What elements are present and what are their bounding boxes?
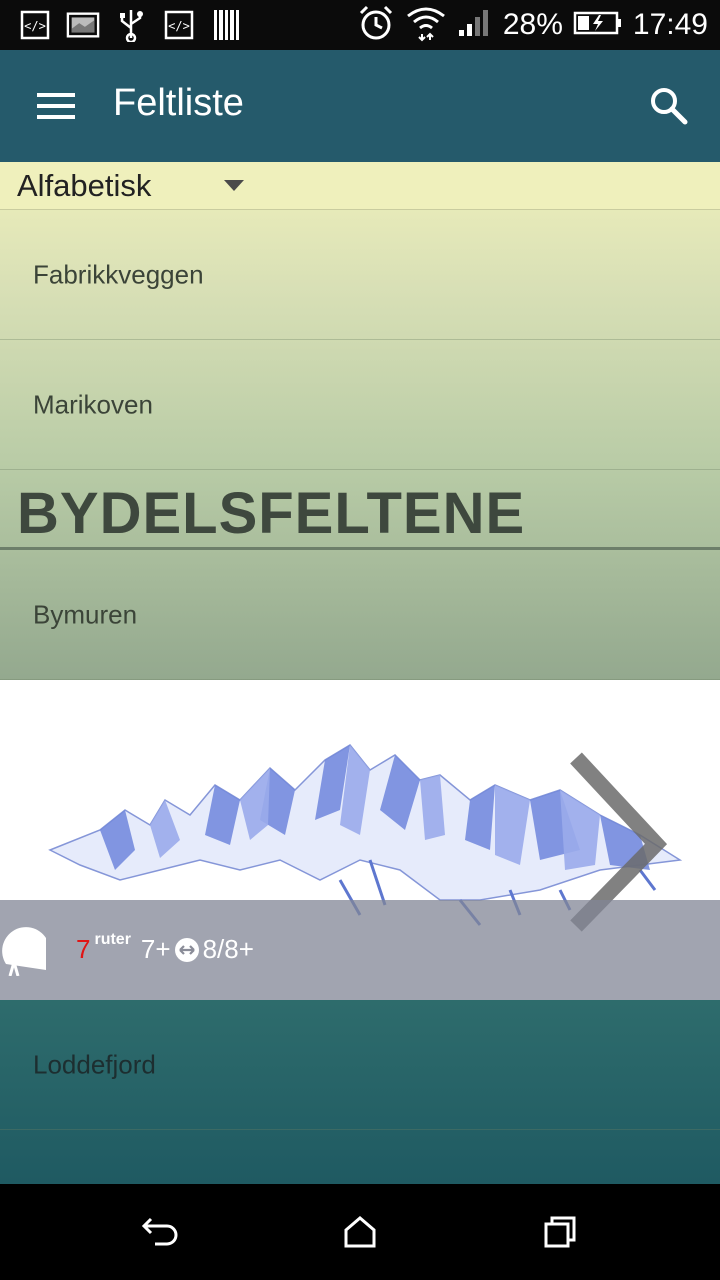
section-header-label: BYDELSFELTENE xyxy=(17,481,526,546)
list-item[interactable]: Marikoven xyxy=(0,340,720,470)
clock: 17:49 xyxy=(632,8,708,41)
list-item-label: Loddefjord xyxy=(33,1049,156,1079)
list-item[interactable]: Fabrikkveggen xyxy=(0,210,720,340)
back-icon xyxy=(141,1217,178,1246)
routes-count: 7 xyxy=(76,934,91,964)
climber-icon xyxy=(2,927,47,976)
app-bar: Feltliste xyxy=(0,50,720,162)
search-icon xyxy=(651,88,688,125)
code-icon: </> xyxy=(18,8,52,42)
section-header: BYDELSFELTENE xyxy=(0,470,720,550)
list-item-label: Marikoven xyxy=(33,389,153,419)
featured-area-card[interactable]: 7 ruter 7+ 8/8+ xyxy=(0,680,720,1000)
menu-button[interactable] xyxy=(28,78,84,134)
svg-text:</>: </> xyxy=(168,19,190,33)
wifi-icon xyxy=(405,4,447,47)
routes-word: ruter xyxy=(94,930,131,948)
sort-dropdown[interactable]: Alfabetisk xyxy=(0,162,720,210)
sort-selected-value: Alfabetisk xyxy=(17,168,152,203)
recents-icon xyxy=(544,1216,576,1248)
alarm-icon xyxy=(357,4,395,47)
navigation-bar xyxy=(0,1184,720,1280)
field-list: Alfabetisk Fabrikkveggen Marikoven BYDEL… xyxy=(0,162,720,1184)
battery-charging-icon xyxy=(573,10,623,41)
home-button[interactable] xyxy=(340,1212,380,1252)
back-button[interactable] xyxy=(140,1212,180,1252)
code-icon: </> xyxy=(162,8,196,42)
list-item[interactable]: Loddefjord xyxy=(0,1000,720,1130)
system-status: 28% 17:49 xyxy=(357,0,708,50)
status-bar: </> </> 28% 17:49 xyxy=(0,0,720,50)
home-icon xyxy=(344,1216,376,1248)
caret-down-icon xyxy=(224,180,244,191)
route-info: 7 ruter 7+ 8/8+ xyxy=(76,930,254,965)
image-icon xyxy=(66,8,100,42)
notification-icons: </> </> xyxy=(18,8,244,42)
recents-button[interactable] xyxy=(540,1212,580,1252)
signal-icon xyxy=(457,8,493,43)
menu-icon xyxy=(37,93,75,119)
list-item[interactable] xyxy=(0,1130,720,1184)
range-arrows-icon xyxy=(174,937,199,962)
usb-icon xyxy=(114,8,148,42)
page-title: Feltliste xyxy=(113,82,244,124)
list-item-label: Bymuren xyxy=(33,599,138,629)
barcode-icon xyxy=(210,8,244,42)
list-item[interactable]: Bymuren xyxy=(0,550,720,680)
min-grade: 7+ xyxy=(140,934,171,964)
battery-percent: 28% xyxy=(502,8,563,41)
max-grade: 8/8+ xyxy=(202,934,254,964)
search-button[interactable] xyxy=(638,78,700,134)
card-info-bar: 7 ruter 7+ 8/8+ xyxy=(0,900,720,1000)
svg-text:</>: </> xyxy=(24,19,46,33)
list-item-label: Fabrikkveggen xyxy=(33,259,204,289)
